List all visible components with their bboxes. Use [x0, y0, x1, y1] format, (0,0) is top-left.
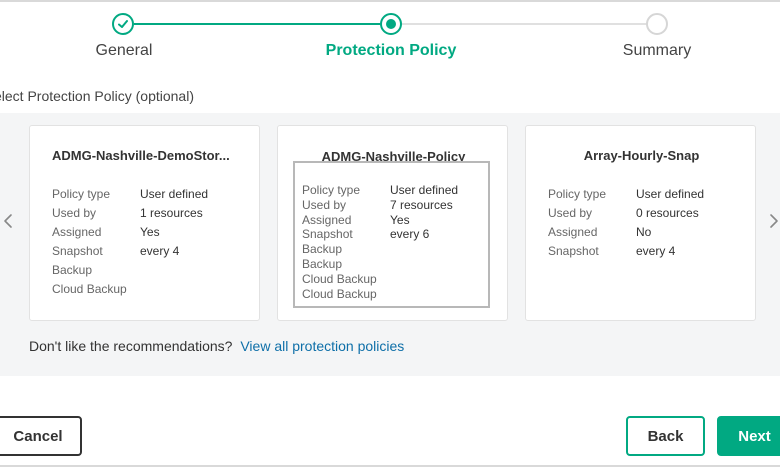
policy-card-array-hourly-snap[interactable]: Array-Hourly-Snap Policy type User define…	[525, 125, 756, 321]
value-used-by: 1 resources	[140, 206, 203, 220]
label-backup: Backup	[302, 256, 343, 271]
stepper-connector-pending	[402, 23, 647, 25]
label-cloud-backup: Cloud Backup	[302, 271, 377, 286]
active-step-dot	[386, 19, 396, 29]
next-button[interactable]: Next	[717, 416, 780, 456]
value-assigned: Yes	[390, 212, 410, 227]
label-assigned: Assigned	[302, 212, 352, 227]
step-general-indicator[interactable]	[112, 13, 134, 35]
label-policy-type: Policy type	[302, 183, 361, 197]
policy-carousel: ADMG-Nashville-DemoStor... Policy type Us…	[0, 113, 780, 376]
step-label-protection-policy: Protection Policy	[325, 42, 457, 59]
chevron-right-icon[interactable]	[768, 210, 780, 232]
checkmark-icon	[118, 20, 128, 28]
label-backup: Backup	[302, 242, 343, 257]
label-backup: Backup	[52, 263, 93, 277]
back-button[interactable]: Back	[626, 416, 705, 456]
label-snapshot: Snapshot	[52, 244, 103, 258]
step-protection-policy-indicator	[380, 13, 402, 35]
label-used-by: Used by	[52, 206, 97, 220]
value-snapshot: every 4	[636, 244, 676, 258]
label-policy-type: Policy type	[52, 187, 111, 201]
recommendation-text: Don't like the recommendations?	[29, 338, 233, 354]
policy-details: Policy type User defined Used by 0 resourc…	[548, 185, 704, 261]
label-policy-type: Policy type	[548, 187, 607, 201]
view-all-policies-link[interactable]: View all protection policies	[240, 338, 404, 354]
value-policy-type: User defined	[390, 183, 459, 197]
policy-details: Policy type User defined Used by 7 resourc…	[302, 183, 458, 301]
policy-details: Policy type User defined Used by 1 resourc…	[52, 185, 208, 299]
value-used-by: 7 resources	[390, 197, 453, 212]
chevron-left-icon[interactable]	[0, 210, 14, 232]
stepper-connector-complete	[134, 23, 380, 25]
policy-card-admg-nashville-policy[interactable]: ADMG-Nashville-Policy Policy type User de…	[277, 125, 508, 321]
value-assigned: No	[636, 225, 652, 239]
step-label-general[interactable]: General	[24, 42, 224, 60]
policy-card-title: Array-Hourly-Snap	[583, 148, 700, 163]
policy-card-admg-nashville-demostor[interactable]: ADMG-Nashville-DemoStor... Policy type Us…	[29, 125, 260, 321]
label-assigned: Assigned	[52, 225, 102, 239]
recommendation-note: Don't like the recommendations? View all…	[29, 338, 404, 354]
label-used-by: Used by	[548, 206, 593, 220]
label-cloud-backup: Cloud Backup	[52, 282, 127, 296]
step-summary-indicator	[646, 13, 668, 35]
policy-card-title: ADMG-Nashville-DemoStor...	[52, 148, 230, 163]
label-assigned: Assigned	[548, 225, 598, 239]
wizard-stepper: General Protection Policy Summary	[0, 0, 780, 75]
step-label-summary: Summary	[622, 42, 692, 59]
bottom-divider	[0, 465, 780, 467]
value-snapshot: every 4	[140, 244, 180, 258]
selected-policy-highlight: Policy type User defined Used by 7 resourc…	[293, 161, 490, 308]
value-policy-type: User defined	[140, 187, 209, 201]
label-snapshot: Snapshot	[302, 227, 353, 242]
label-snapshot: Snapshot	[548, 244, 599, 258]
value-assigned: Yes	[140, 225, 160, 239]
value-used-by: 0 resources	[636, 206, 699, 220]
select-policy-heading: elect Protection Policy (optional)	[0, 88, 194, 104]
label-used-by: Used by	[302, 197, 347, 212]
cancel-button[interactable]: Cancel	[0, 416, 82, 456]
label-cloud-backup: Cloud Backup	[302, 286, 377, 301]
value-policy-type: User defined	[636, 187, 705, 201]
value-snapshot: every 6	[390, 227, 430, 242]
